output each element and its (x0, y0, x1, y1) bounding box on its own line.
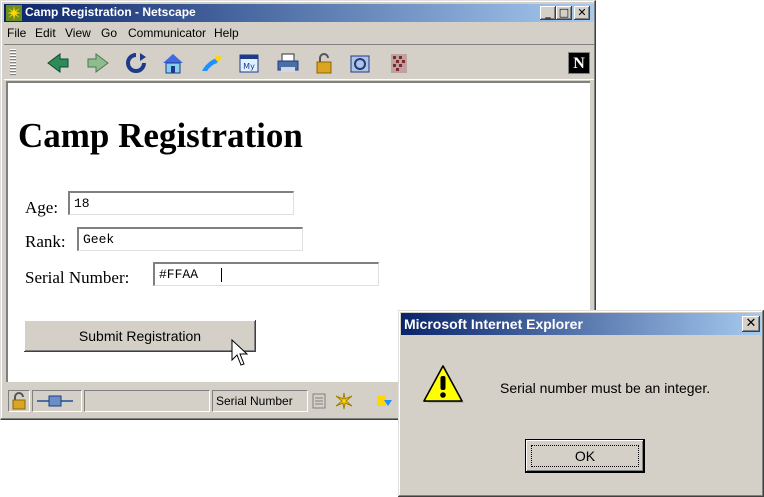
mail-component-icon[interactable] (374, 392, 394, 410)
text-caret (221, 268, 222, 282)
serial-number-input[interactable]: #FFAA (153, 262, 379, 286)
menu-help[interactable]: Help (214, 26, 239, 40)
component-bar-icon[interactable] (312, 393, 326, 409)
maximize-button[interactable]: □ (556, 6, 572, 20)
close-button[interactable]: ✕ (574, 6, 590, 20)
progress-bar (84, 390, 210, 412)
alert-dialog: Microsoft Internet Explorer ✕ Serial num… (398, 310, 764, 497)
shop-icon[interactable] (348, 51, 372, 75)
menu-view[interactable]: View (65, 26, 91, 40)
netscape-logo-icon[interactable]: N (568, 52, 590, 74)
rank-label: Rank: (25, 232, 66, 251)
lock-status-icon[interactable] (8, 390, 30, 412)
forward-icon[interactable] (86, 51, 110, 75)
connection-status-icon (32, 390, 82, 412)
back-icon[interactable] (46, 51, 70, 75)
menu-bar: File Edit View Go Communicator Help (4, 23, 594, 43)
dialog-titlebar[interactable]: Microsoft Internet Explorer ✕ (401, 313, 761, 335)
print-icon[interactable] (276, 51, 300, 75)
menu-file[interactable]: File (7, 26, 26, 40)
netscape-app-icon (6, 5, 22, 21)
window-titlebar[interactable]: Camp Registration - Netscape _ □ ✕ (4, 4, 594, 22)
reload-icon[interactable] (124, 51, 148, 75)
navigation-toolbar: My N (4, 44, 594, 80)
rank-input[interactable]: Geek (77, 227, 303, 251)
page-title: Camp Registration (18, 116, 303, 155)
serial-number-value: #FFAA (159, 267, 199, 282)
stop-icon[interactable] (387, 51, 411, 75)
age-label: Age: (25, 198, 59, 217)
my-netscape-icon[interactable]: My (237, 51, 261, 75)
status-text: Serial Number (212, 390, 308, 412)
menu-go[interactable]: Go (101, 26, 117, 40)
dialog-title: Microsoft Internet Explorer (404, 316, 583, 332)
submit-registration-button[interactable]: Submit Registration (24, 320, 256, 352)
window-title: Camp Registration - Netscape (25, 5, 196, 19)
search-icon[interactable] (199, 51, 223, 75)
serial-number-label: Serial Number: (25, 268, 130, 287)
mouse-pointer-icon (231, 338, 249, 366)
menu-edit[interactable]: Edit (35, 26, 56, 40)
dialog-message: Serial number must be an integer. (500, 380, 711, 396)
home-icon[interactable] (161, 51, 185, 75)
warning-icon (423, 365, 464, 403)
dialog-close-button[interactable]: ✕ (742, 316, 760, 332)
age-input[interactable]: 18 (68, 191, 294, 215)
security-icon[interactable] (312, 51, 336, 75)
ok-button[interactable]: OK (526, 440, 644, 472)
focus-rectangle (531, 445, 639, 467)
toolbar-grip[interactable] (10, 49, 16, 75)
navigator-component-icon[interactable] (334, 392, 354, 410)
svg-text:My: My (243, 62, 255, 71)
menu-communicator[interactable]: Communicator (128, 26, 206, 40)
minimize-button[interactable]: _ (540, 6, 556, 20)
